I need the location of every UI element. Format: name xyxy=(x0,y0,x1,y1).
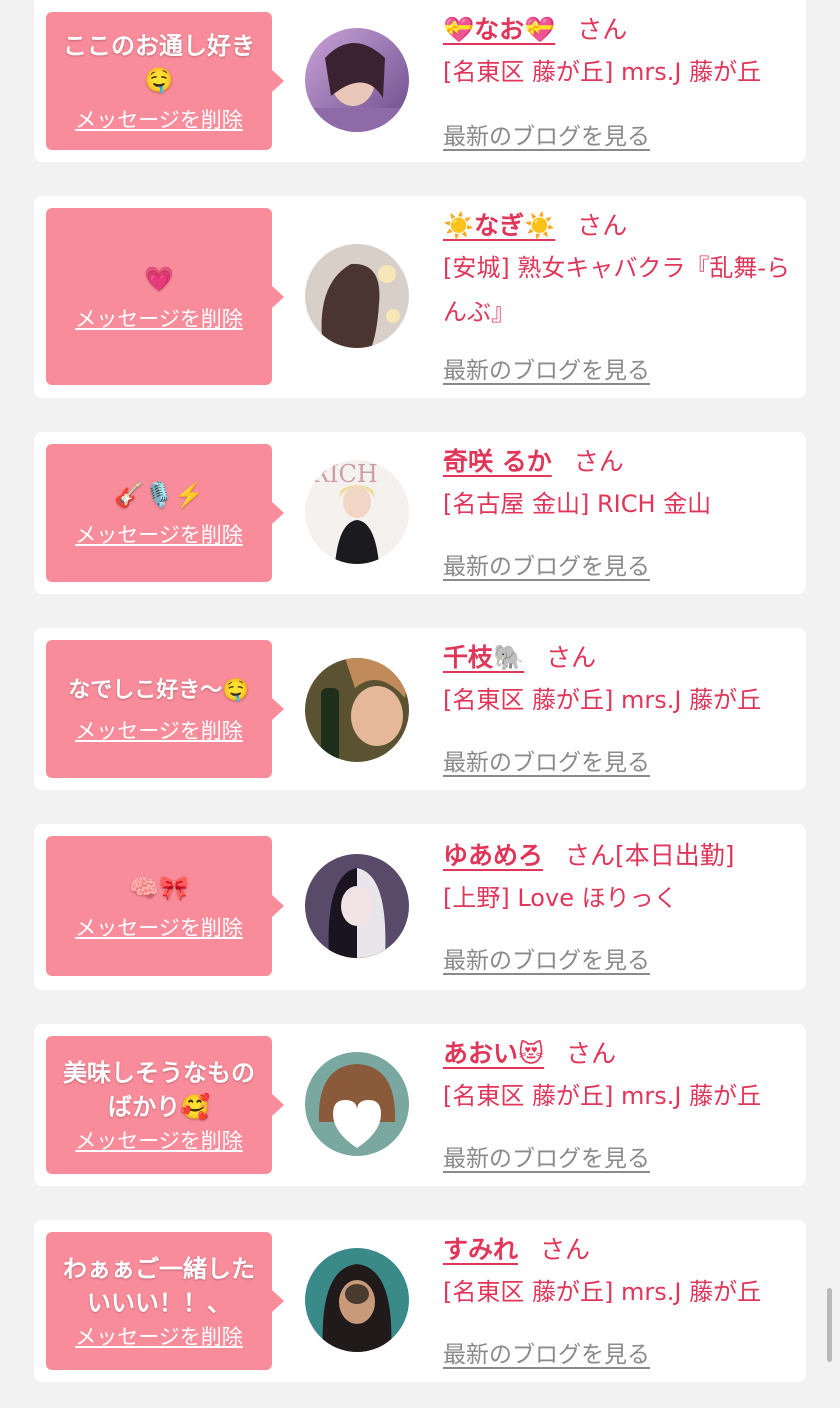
message-bubble: わぁぁご一緒したいいい！！、 メッセージを削除 xyxy=(46,1232,284,1370)
message-text: 💗 xyxy=(144,264,174,293)
message-bubble: 🎸🎙️⚡️ メッセージを削除 xyxy=(46,444,284,582)
message-bubble: 美味しそうなものばかり🥰 メッセージを削除 xyxy=(46,1036,284,1174)
latest-blog-link[interactable]: 最新のブログを見る xyxy=(443,743,650,777)
message-card: なでしこ好き〜🤤 メッセージを削除 千枝🐘 さん [名東区 藤が丘] mrs.J … xyxy=(34,628,806,790)
avatar-photo xyxy=(305,1052,409,1156)
profile-info: ☀️なぎ☀️ さん [安城] 熟女キャバクラ『乱舞-らんぶ』 xyxy=(443,210,799,334)
message-list-page: ここのお通し好き🤤 メッセージを削除 💝なお💝 さん [名東区 藤が丘] mrs.… xyxy=(0,0,840,1408)
profile-name-link[interactable]: ゆあめろ xyxy=(443,841,543,870)
profile-name-link[interactable]: 奇咲 るか xyxy=(443,447,552,476)
profile-info: すみれ さん [名東区 藤が丘] mrs.J 藤が丘 xyxy=(443,1234,799,1314)
avatar-photo xyxy=(305,1248,409,1352)
avatar[interactable] xyxy=(305,28,409,132)
profile-info: 千枝🐘 さん [名東区 藤が丘] mrs.J 藤が丘 xyxy=(443,642,799,722)
profile-info: 💝なお💝 さん [名東区 藤が丘] mrs.J 藤が丘 xyxy=(443,14,799,94)
latest-blog-link[interactable]: 最新のブログを見る xyxy=(443,351,650,385)
profile-name-link[interactable]: すみれ xyxy=(443,1235,518,1264)
profile-info: 奇咲 るか さん [名古屋 金山] RICH 金山 xyxy=(443,446,799,526)
delete-message-link[interactable]: メッセージを削除 xyxy=(75,107,243,133)
honorific: さん[本日出勤] xyxy=(565,841,735,870)
shop-location: [名東区 藤が丘] mrs.J 藤が丘 xyxy=(443,1278,762,1306)
message-card: 🧠🎀 メッセージを削除 ゆあめろ さん[本日出勤] [上野] Love ほりっく … xyxy=(34,824,806,990)
profile-name-link[interactable]: あおい😻 xyxy=(443,1039,544,1068)
honorific: さん xyxy=(566,1039,617,1068)
message-text: 美味しそうなものばかり🥰 xyxy=(63,1059,255,1121)
message-text: 🎸🎙️⚡️ xyxy=(114,481,204,509)
message-card: わぁぁご一緒したいいい！！、 メッセージを削除 すみれ さん [名東区 藤が丘] … xyxy=(34,1220,806,1382)
honorific: さん xyxy=(577,15,628,44)
latest-blog-link[interactable]: 最新のブログを見る xyxy=(443,1335,650,1369)
scrollbar[interactable] xyxy=(827,1288,832,1362)
shop-location: [名古屋 金山] RICH 金山 xyxy=(443,490,712,518)
message-bubble: なでしこ好き〜🤤 メッセージを削除 xyxy=(46,640,284,778)
shop-location: [名東区 藤が丘] mrs.J 藤が丘 xyxy=(443,1082,762,1110)
latest-blog-link[interactable]: 最新のブログを見る xyxy=(443,1139,650,1173)
avatar[interactable] xyxy=(305,854,409,958)
profile-name-link[interactable]: 千枝🐘 xyxy=(443,643,524,672)
avatar-photo xyxy=(305,244,409,348)
honorific: さん xyxy=(577,211,628,240)
shop-location: [名東区 藤が丘] mrs.J 藤が丘 xyxy=(443,58,762,86)
delete-message-link[interactable]: メッセージを削除 xyxy=(75,1324,243,1350)
avatar[interactable]: RICH xyxy=(305,460,409,564)
delete-message-link[interactable]: メッセージを削除 xyxy=(75,915,243,941)
shop-location: [安城] 熟女キャバクラ『乱舞-らんぶ』 xyxy=(443,254,791,326)
latest-blog-link[interactable]: 最新のブログを見る xyxy=(443,547,650,581)
delete-message-link[interactable]: メッセージを削除 xyxy=(75,306,243,332)
message-bubble: 🧠🎀 メッセージを削除 xyxy=(46,836,284,976)
avatar[interactable] xyxy=(305,244,409,348)
message-bubble: 💗 メッセージを削除 xyxy=(46,208,284,385)
avatar-photo xyxy=(305,28,409,132)
avatar-photo xyxy=(305,658,409,762)
avatar-photo xyxy=(305,854,409,958)
message-card: 🎸🎙️⚡️ メッセージを削除 RICH 奇咲 るか さん [名古屋 金山] RIC… xyxy=(34,432,806,594)
avatar[interactable] xyxy=(305,658,409,762)
shop-location: [名東区 藤が丘] mrs.J 藤が丘 xyxy=(443,686,762,714)
message-card: 美味しそうなものばかり🥰 メッセージを削除 あおい😻 さん [名東区 藤が丘] m… xyxy=(34,1024,806,1186)
delete-message-link[interactable]: メッセージを削除 xyxy=(75,718,243,744)
message-text: ここのお通し好き🤤 xyxy=(63,32,255,94)
message-card: ここのお通し好き🤤 メッセージを削除 💝なお💝 さん [名東区 藤が丘] mrs.… xyxy=(34,0,806,162)
profile-info: ゆあめろ さん[本日出勤] [上野] Love ほりっく xyxy=(443,840,799,920)
honorific: さん xyxy=(573,447,624,476)
message-card: 💗 メッセージを削除 ☀️なぎ☀️ さん [安城] 熟女キャバクラ『乱舞-らんぶ』… xyxy=(34,196,806,398)
latest-blog-link[interactable]: 最新のブログを見る xyxy=(443,117,650,151)
avatar[interactable] xyxy=(305,1052,409,1156)
avatar[interactable] xyxy=(305,1248,409,1352)
avatar-photo: RICH xyxy=(305,460,409,564)
message-text: 🧠🎀 xyxy=(129,874,189,902)
message-text: なでしこ好き〜🤤 xyxy=(68,678,250,703)
honorific: さん xyxy=(546,643,597,672)
message-text: わぁぁご一緒したいいい！！、 xyxy=(63,1255,255,1317)
profile-name-link[interactable]: 💝なお💝 xyxy=(443,15,555,44)
profile-name-link[interactable]: ☀️なぎ☀️ xyxy=(443,211,555,240)
latest-blog-link[interactable]: 最新のブログを見る xyxy=(443,941,650,975)
profile-info: あおい😻 さん [名東区 藤が丘] mrs.J 藤が丘 xyxy=(443,1038,799,1118)
delete-message-link[interactable]: メッセージを削除 xyxy=(75,1128,243,1154)
message-bubble: ここのお通し好き🤤 メッセージを削除 xyxy=(46,12,284,150)
delete-message-link[interactable]: メッセージを削除 xyxy=(75,522,243,548)
honorific: さん xyxy=(540,1235,591,1264)
shop-location: [上野] Love ほりっく xyxy=(443,884,678,912)
svg-text:RICH: RICH xyxy=(311,460,378,488)
